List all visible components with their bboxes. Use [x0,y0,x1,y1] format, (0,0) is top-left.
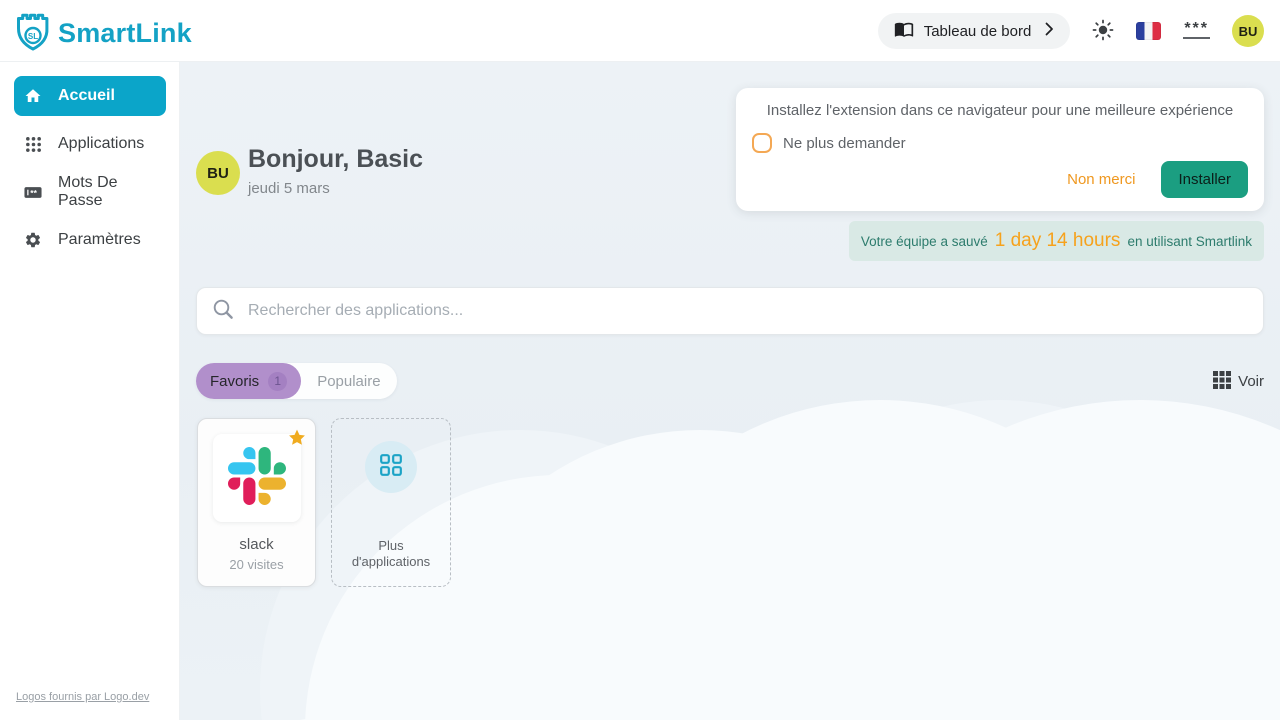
view-toggle-label: Voir [1238,373,1264,390]
sidebar-item-parametres[interactable]: Paramètres [14,220,166,260]
passwords-shortcut-button[interactable]: *** [1183,24,1210,39]
sidebar: Accueil Applications ** Mots De Passe Pa… [0,62,180,720]
dashboard-button-label: Tableau de bord [924,23,1032,40]
extension-install-card: Installez l'extension dans ce navigateur… [736,88,1264,211]
search-bar [196,287,1264,335]
app-filter-tabs: Favoris 1 Populaire [196,363,397,399]
greeting-date: jeudi 5 mars [248,180,330,197]
sidebar-item-label: Applications [58,135,144,153]
grid-dots-icon [24,136,42,153]
book-icon [894,19,914,43]
sidebar-item-label: Paramètres [58,231,141,249]
app-tile [213,434,301,522]
slack-logo-icon [228,447,286,510]
time-saved-value: 1 day 14 hours [988,230,1128,252]
greeting-avatar: BU [196,151,240,195]
tab-favoris[interactable]: Favoris 1 [196,363,301,399]
svg-text:SL: SL [28,32,38,41]
greeting-title: Bonjour, Basic [248,145,423,174]
app-card-slack[interactable]: slack 20 visites [197,418,316,587]
time-saved-prefix: Votre équipe a sauvé [861,234,988,249]
more-apps-card[interactable]: Plus d'applications [331,418,451,587]
app-window: SL SmartLink Tableau de bord [0,0,1280,720]
search-icon [211,297,235,326]
sun-icon [1092,19,1114,44]
header-actions: Tableau de bord *** BU [878,0,1264,62]
favorite-star-icon[interactable] [287,428,307,453]
logo-provider-link[interactable]: Logos fournis par Logo.dev [16,691,149,703]
more-apps-label: Plus d'applications [332,538,450,570]
extension-actions: Non merci Installer [1067,161,1248,198]
dont-ask-again-checkbox[interactable] [752,133,772,153]
time-saved-banner: Votre équipe a sauvé 1 day 14 hours en u… [849,221,1264,261]
extension-message: Installez l'extension dans ce navigateur… [752,102,1248,119]
language-flag-button[interactable] [1136,22,1161,40]
app-visit-count: 20 visites [198,557,315,572]
password-asterisks-icon: *** [1183,24,1210,39]
brand-logo[interactable]: SL SmartLink [14,10,192,57]
dont-ask-again-row[interactable]: Ne plus demander [752,133,906,153]
install-button[interactable]: Installer [1161,161,1248,198]
search-input[interactable] [248,302,1249,320]
favoris-count-badge: 1 [268,372,287,391]
view-toggle-button[interactable]: Voir [1213,363,1264,399]
dont-ask-again-label: Ne plus demander [783,135,906,152]
more-apps-circle [365,441,417,493]
app-name: slack [198,536,315,553]
sidebar-item-applications[interactable]: Applications [14,124,166,164]
sidebar-item-accueil[interactable]: Accueil [14,76,166,116]
dismiss-button[interactable]: Non merci [1067,171,1135,188]
brand-name: SmartLink [58,18,192,49]
home-icon [24,87,42,105]
user-avatar[interactable]: BU [1232,15,1264,47]
time-saved-suffix: en utilisant Smartlink [1127,234,1252,249]
chevron-right-icon [1045,22,1054,40]
theme-toggle-button[interactable] [1092,19,1114,44]
tab-favoris-label: Favoris [210,373,259,390]
grid-view-icon [1213,371,1231,392]
sidebar-item-label: Accueil [58,87,115,105]
tab-populaire[interactable]: Populaire [301,363,396,399]
svg-text:**: ** [30,188,37,198]
apps-grid-icon [379,453,403,482]
dashboard-button[interactable]: Tableau de bord [878,13,1071,49]
password-icon: ** [24,185,42,200]
gear-icon [24,231,42,249]
top-header: SL SmartLink Tableau de bord [0,0,1280,62]
tab-populaire-label: Populaire [317,373,380,390]
french-flag-icon [1136,22,1161,40]
sidebar-item-label: Mots De Passe [58,174,156,210]
main-content: BU Bonjour, Basic jeudi 5 mars Installez… [180,62,1280,720]
shield-logo-icon: SL [14,10,52,57]
sidebar-item-mots-de-passe[interactable]: ** Mots De Passe [14,172,166,212]
